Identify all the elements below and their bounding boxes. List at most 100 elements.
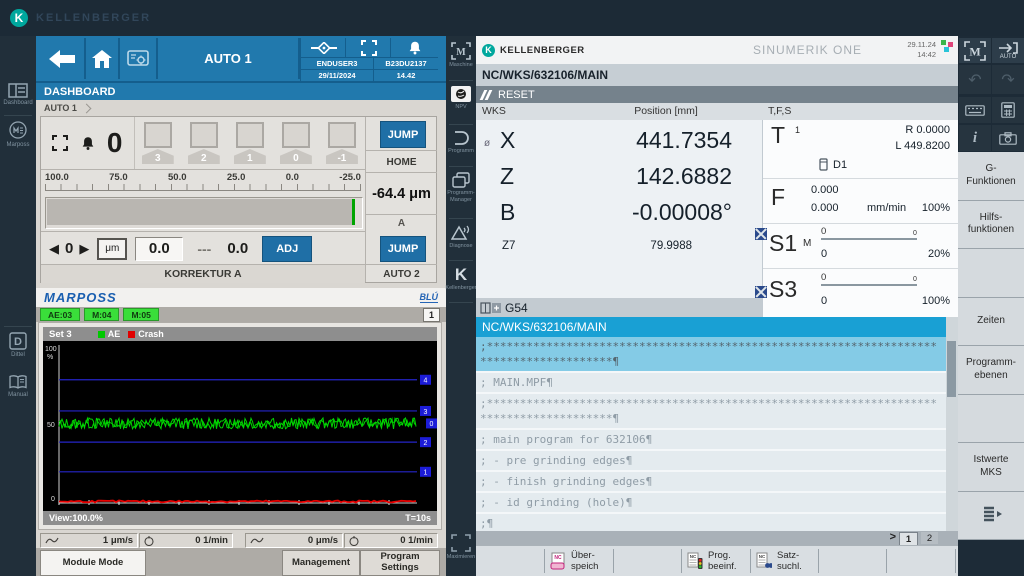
vertical-softkey[interactable]: Istwerte MKS (958, 443, 1024, 492)
alarm-button[interactable] (390, 38, 438, 57)
offset-separator: --- (197, 241, 211, 257)
divider (4, 115, 32, 116)
program-settings-button[interactable]: Program Settings (360, 550, 440, 576)
info-button[interactable]: i (959, 125, 991, 151)
brand-text: KELLENBERGER (500, 45, 585, 56)
nav-item-programm-manager[interactable]: Programm- Manager (446, 172, 476, 204)
program-scrollbar[interactable] (946, 317, 958, 531)
pager-page-2[interactable]: 2 (921, 532, 938, 544)
undo-button[interactable]: ↶ (959, 65, 991, 94)
prog-beeinflussung-softkey[interactable]: NC Prog. beeinf. (687, 547, 737, 575)
nav-item-maximieren[interactable]: Maximieren (446, 534, 476, 561)
position-marker[interactable]: -1 (326, 122, 358, 164)
marker-tag: -1 (326, 149, 358, 164)
program-line[interactable]: ; main program for 632106¶ (476, 430, 946, 449)
divider (763, 268, 959, 269)
sidebar-item-manual[interactable]: Manual (0, 368, 36, 406)
ueberspeichern-softkey[interactable]: NC Über- speich (550, 547, 598, 575)
program-manager-icon (452, 172, 470, 188)
vertical-softkey[interactable]: Programm- ebenen (958, 346, 1024, 395)
machine-area-button[interactable]: M (959, 38, 991, 63)
nav-item-npv[interactable]: NPV (446, 86, 476, 111)
scale-tick-label: -25.0 (339, 172, 361, 183)
softkey-label: Über- speich (571, 550, 598, 573)
adj-button[interactable]: ADJ (262, 236, 312, 262)
nav-item-diagnose[interactable]: Diagnose (446, 224, 476, 250)
divider (613, 549, 614, 573)
nav-item-programm[interactable]: Programm (446, 130, 476, 155)
product-name: SINUMERIK ONE (753, 43, 862, 57)
position-marker[interactable]: 3 (142, 122, 174, 164)
keyboard-button[interactable] (959, 97, 991, 123)
nav-item-maschine[interactable]: M Maschine (446, 42, 476, 69)
calculator-button[interactable] (992, 97, 1024, 123)
blu-logo: BLÚ (420, 292, 439, 303)
gauge-left-region: 0 3 2 (41, 117, 365, 282)
nav-label: Kellenberger (445, 285, 476, 292)
program-line[interactable]: ; - id grinding (hole)¶ (476, 493, 946, 512)
axis-name: Z7 (502, 240, 515, 252)
chart-page-tab[interactable]: 1 (423, 308, 440, 322)
sensor-status-badge: M:04 (84, 308, 119, 321)
measure-scale: 100.075.050.025.00.0-25.0 (45, 172, 361, 192)
svg-text:NC: NC (690, 554, 697, 559)
back-button[interactable] (40, 38, 86, 79)
work-offset-bar: G54 (476, 298, 762, 317)
position-marker[interactable]: 0 (280, 122, 312, 164)
scale-tick-label: 0.0 (286, 172, 299, 183)
position-markers: 3 2 1 (134, 117, 365, 169)
program-line[interactable]: ; - pre grinding edges¶ (476, 451, 946, 470)
spindle-actual: 0 (821, 272, 826, 283)
scrollbar-thumb[interactable] (947, 341, 956, 397)
program-line[interactable]: ;¶ (476, 514, 946, 531)
auto-mode-button[interactable]: AUTO (992, 38, 1024, 63)
vertical-softkey[interactable]: Zeiten (958, 298, 1024, 347)
program-line[interactable]: ;***************************************… (476, 394, 946, 428)
settings-button[interactable] (120, 38, 158, 79)
sidebar-item-dashboard[interactable]: Dashboard (0, 78, 36, 112)
module-mode-button[interactable]: Module Mode (40, 550, 146, 576)
nav-item-kellenberger[interactable]: K Kellenberger (446, 266, 476, 292)
program-line[interactable]: ; - finish grinding edges¶ (476, 472, 946, 491)
sidebar-label: Dashboard (3, 100, 32, 107)
offset-input[interactable]: 0.0 (135, 237, 183, 261)
sinumerik-panel: K KELLENBERGER SINUMERIK ONE 29.11.24 14… (476, 36, 958, 576)
step-decrease-button[interactable]: ◀ (49, 242, 59, 255)
pager-page-1[interactable]: 1 (899, 532, 918, 546)
pager-arrow[interactable]: > (890, 531, 896, 543)
home-button[interactable] (86, 38, 120, 79)
position-marker[interactable]: 2 (188, 122, 220, 164)
part-status-button[interactable] (300, 38, 346, 57)
jump-home-button[interactable]: JUMP (380, 121, 426, 148)
sidebar-item-dittel[interactable]: D Dittel (0, 329, 36, 363)
gauge-widget: 0 3 2 (40, 116, 437, 283)
home-label: HOME (366, 150, 437, 173)
spindle-set: 0 (821, 295, 827, 307)
unit-button[interactable]: μm (97, 238, 127, 260)
management-button[interactable]: Management (282, 550, 360, 576)
vertical-softkey[interactable]: G- Funktionen (958, 152, 1024, 201)
chart-time-window: T=10s (405, 513, 431, 523)
reset-icon (482, 90, 492, 100)
position-marker[interactable]: 1 (234, 122, 266, 164)
program-line-text: ; MAIN.MPF¶ (480, 376, 553, 389)
redo-button[interactable]: ↷ (992, 65, 1024, 94)
sidebar-item-marposs[interactable]: Marposs (0, 118, 36, 152)
jump-auto2-button[interactable]: JUMP (380, 236, 426, 262)
feed-unit: mm/min (867, 202, 906, 214)
satzsuchlauf-softkey[interactable]: NC Satz- suchl. (756, 547, 802, 575)
vertical-softkey[interactable]: Hilfs- funktionen (958, 201, 1024, 250)
ae-signal-chart: 100%50043210 (43, 341, 437, 511)
vertical-softkey[interactable] (958, 249, 1024, 298)
program-line-text: ; - id grinding (hole)¶ (480, 496, 632, 509)
sidebar-label: Dittel (11, 352, 25, 359)
screenshot-button[interactable] (992, 125, 1024, 151)
vertical-softkeys: G- FunktionenHilfs- funktionen ZeitenProg… (958, 152, 1024, 540)
cycle-button[interactable] (345, 38, 391, 57)
more-softkeys-icon[interactable] (980, 504, 1004, 524)
program-line[interactable]: ; MAIN.MPF¶ (476, 373, 946, 392)
vertical-softkey[interactable] (958, 395, 1024, 444)
program-line[interactable]: ;***************************************… (476, 337, 946, 371)
gauge-icons: 0 (41, 117, 134, 169)
step-increase-button[interactable]: ▶ (79, 242, 89, 255)
